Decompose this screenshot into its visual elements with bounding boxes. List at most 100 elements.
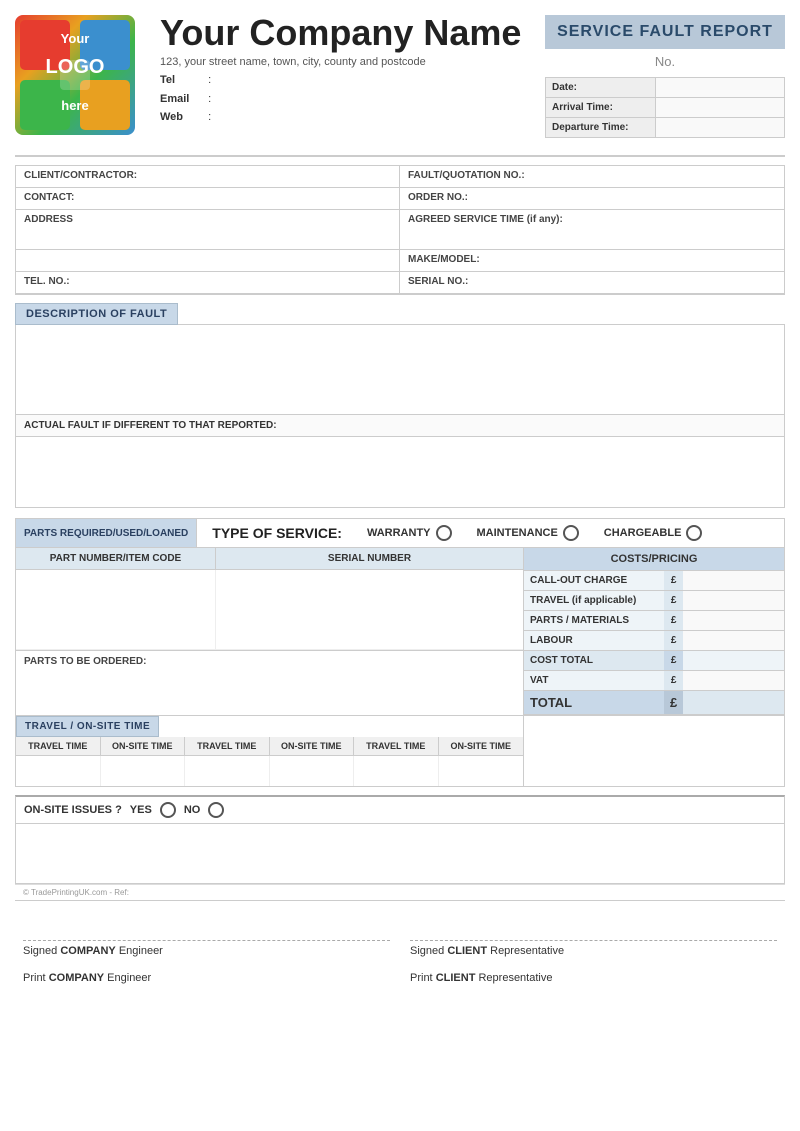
svg-text:here: here <box>61 98 88 113</box>
travel-cell-5[interactable] <box>354 756 439 786</box>
svg-text:LOGO: LOGO <box>46 56 105 78</box>
travel-col2-header: ON-SITE TIME <box>101 737 186 755</box>
part-number-cell[interactable] <box>16 570 216 650</box>
vat-row: VAT £ <box>524 671 784 691</box>
onsite-notes[interactable] <box>15 824 785 884</box>
travel-cell-2[interactable] <box>101 756 186 786</box>
parts-materials-value[interactable] <box>683 611 784 631</box>
tel-no-cell: TEL. NO.: <box>16 272 400 294</box>
arrival-label: Arrival Time: <box>546 98 656 117</box>
serial-no-cell: SERIAL NO.: <box>400 272 784 294</box>
cost-total-row: COST TOTAL £ <box>524 651 784 671</box>
email-row: Email : <box>160 90 535 109</box>
travel-section: TRAVEL / ON-SITE TIME TRAVEL TIME ON-SIT… <box>15 716 785 787</box>
maintenance-option: MAINTENANCE <box>477 525 579 541</box>
onsite-no-label: NO <box>184 804 201 816</box>
make-model-label: MAKE/MODEL: <box>408 254 776 265</box>
travel-cell-1[interactable] <box>16 756 101 786</box>
parts-table-container: PART NUMBER/ITEM CODE SERIAL NUMBER PART… <box>15 548 785 716</box>
tel-no-label: TEL. NO.: <box>24 276 391 287</box>
labour-value[interactable] <box>683 631 784 651</box>
sig-divider <box>15 900 785 901</box>
onsite-no-radio[interactable] <box>208 802 224 818</box>
fault-quot-cell: FAULT/QUOTATION NO.: <box>400 166 784 188</box>
travel-cost-label: TRAVEL (if applicable) <box>524 591 664 611</box>
company-bold-text: COMPANY <box>60 945 115 957</box>
parts-service-row: PARTS REQUIRED/USED/LOANED TYPE OF SERVI… <box>15 518 785 548</box>
travel-col5-header: TRAVEL TIME <box>354 737 439 755</box>
make-model-cell: MAKE/MODEL: <box>400 250 784 272</box>
company-sig-line <box>23 911 390 941</box>
print-company-eng: Engineer <box>107 972 151 984</box>
part-number-header: PART NUMBER/ITEM CODE <box>16 548 216 569</box>
cost-total-value[interactable] <box>683 651 784 671</box>
client-sig-label: Signed CLIENT Representative <box>410 945 777 957</box>
call-out-value[interactable] <box>683 571 784 591</box>
warranty-label: WARRANTY <box>367 527 431 539</box>
travel-header: TRAVEL / ON-SITE TIME <box>16 716 159 737</box>
order-no-cell: ORDER NO.: <box>400 188 784 210</box>
travel-col6-header: ON-SITE TIME <box>439 737 524 755</box>
actual-fault-area[interactable] <box>16 437 784 507</box>
date-label: Date: <box>546 78 656 97</box>
chargeable-radio[interactable] <box>686 525 702 541</box>
travel-cell-6[interactable] <box>439 756 524 786</box>
travel-cost-value[interactable] <box>683 591 784 611</box>
company-name: Your Company Name <box>160 15 535 51</box>
travel-col3-header: TRAVEL TIME <box>185 737 270 755</box>
serial-number-cell[interactable] <box>216 570 523 650</box>
chargeable-option: CHARGEABLE <box>604 525 703 541</box>
call-out-pound: £ <box>664 571 683 591</box>
print-client-text: Print <box>410 972 433 984</box>
maintenance-radio[interactable] <box>563 525 579 541</box>
parts-col-headers: PART NUMBER/ITEM CODE SERIAL NUMBER <box>16 548 523 570</box>
costs-header: COSTS/PRICING <box>524 548 784 571</box>
parts-header: PARTS REQUIRED/USED/LOANED <box>16 519 197 547</box>
print-client-rep: Representative <box>478 972 552 984</box>
arrival-row: Arrival Time: <box>546 98 784 118</box>
print-company-bold: COMPANY <box>49 972 104 984</box>
client-grid: CLIENT/CONTRACTOR: FAULT/QUOTATION NO.: … <box>15 165 785 295</box>
onsite-yes-radio[interactable] <box>160 802 176 818</box>
travel-right-spacer <box>524 716 784 786</box>
labour-label: LABOUR <box>524 631 664 651</box>
client-bold-text: CLIENT <box>447 945 487 957</box>
vat-value[interactable] <box>683 671 784 691</box>
client-contractor-label: CLIENT/CONTRACTOR: <box>24 170 391 181</box>
fault-quot-label: FAULT/QUOTATION NO.: <box>408 170 776 181</box>
departure-value[interactable] <box>656 118 784 137</box>
call-out-row: CALL-OUT CHARGE £ <box>524 571 784 591</box>
arrival-value[interactable] <box>656 98 784 117</box>
travel-col4-header: ON-SITE TIME <box>270 737 355 755</box>
contact-label: CONTACT: <box>24 192 391 203</box>
email-label: Email <box>160 90 205 109</box>
serial-no-label: SERIAL NO.: <box>408 276 776 287</box>
web-row: Web : <box>160 108 535 127</box>
travel-col-headers: TRAVEL TIME ON-SITE TIME TRAVEL TIME ON-… <box>16 737 523 756</box>
company-eng-text: Engineer <box>119 945 163 957</box>
parts-materials-label: PARTS / MATERIALS <box>524 611 664 631</box>
company-sig-label: Signed COMPANY Engineer <box>23 945 390 957</box>
travel-header-row: TRAVEL / ON-SITE TIME <box>16 716 523 737</box>
travel-left: TRAVEL / ON-SITE TIME TRAVEL TIME ON-SIT… <box>16 716 524 786</box>
print-row: Print COMPANY Engineer Print CLIENT Repr… <box>15 967 785 989</box>
company-address: 123, your street name, town, city, count… <box>160 56 535 68</box>
logo-image: Your LOGO here <box>15 15 135 135</box>
date-value[interactable] <box>656 78 784 97</box>
fault-description-area[interactable] <box>16 325 784 415</box>
header: Your LOGO here Your Company Name 123, yo… <box>15 15 785 145</box>
client-rep-text: Representative <box>490 945 564 957</box>
logo-svg: Your LOGO here <box>15 15 135 135</box>
travel-pound: £ <box>664 591 683 611</box>
total-value[interactable] <box>683 691 784 715</box>
svg-text:Your: Your <box>61 31 90 46</box>
travel-cell-3[interactable] <box>185 756 270 786</box>
travel-cell-4[interactable] <box>270 756 355 786</box>
company-info: Your Company Name 123, your street name,… <box>160 15 535 127</box>
total-row: TOTAL £ <box>524 691 784 715</box>
warranty-radio[interactable] <box>436 525 452 541</box>
header-divider <box>15 155 785 157</box>
print-company-text: Print <box>23 972 46 984</box>
company-sig-block: Signed COMPANY Engineer <box>23 911 390 957</box>
order-no-label: ORDER NO.: <box>408 192 776 203</box>
